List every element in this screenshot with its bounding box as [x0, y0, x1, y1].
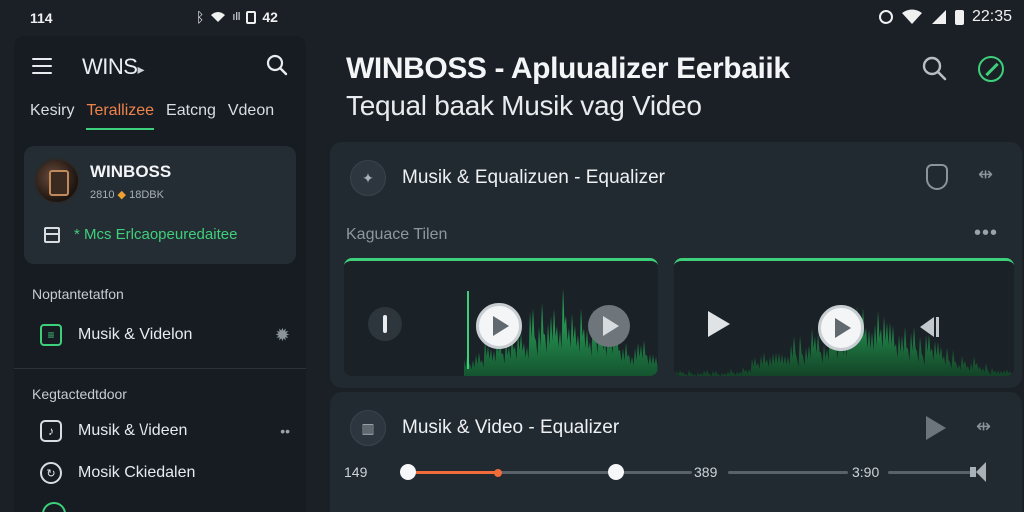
sidebar-item-musik-videlon[interactable]: ≡ Musik & Videlon ✹	[40, 324, 290, 346]
section-label: Kaguace Tilen	[346, 226, 448, 243]
page-subtitle: Tequal baak Musik vag Video	[346, 90, 702, 121]
profile-meta: 2810 ◆ 18DBK	[90, 189, 164, 201]
tab-kesiry[interactable]: Kesiry	[30, 102, 74, 130]
waveform-panel-right[interactable]	[674, 258, 1014, 376]
video-equalizer-card: ▥ Musik & Video - Equalizer ⇹ 149 389 3:…	[330, 392, 1022, 512]
window-icon	[44, 226, 60, 243]
pause-icon[interactable]	[368, 307, 402, 341]
play-outline-icon[interactable]	[708, 311, 730, 337]
play-button[interactable]	[818, 305, 864, 351]
search-icon[interactable]	[922, 56, 948, 82]
battery-full-icon	[954, 9, 964, 25]
equalizer-box-icon: ≡	[40, 324, 62, 346]
edit-icon[interactable]	[978, 56, 1004, 82]
play-outline-icon[interactable]	[926, 416, 946, 440]
bluetooth-icon: ᛒ	[196, 9, 205, 25]
shield-icon[interactable]	[926, 164, 948, 190]
disc-icon: ✦	[350, 160, 386, 196]
card-header: ▥ Musik & Video - Equalizer	[350, 410, 619, 446]
tab-eatcng[interactable]: Eatcng	[166, 102, 216, 130]
slider-mid-label: 389	[694, 464, 718, 480]
sidebar-item-label: Musik & Videlon	[78, 326, 193, 343]
play-icon	[603, 316, 619, 336]
profile-card[interactable]: WINBOSS 2810 ◆ 18DBK * Mcs Erlcaopeureda…	[24, 146, 296, 264]
sidebar-item-musik-ideen[interactable]: ♪ Musik & \/ideen ••	[40, 420, 290, 442]
slider-handle-start[interactable]	[400, 464, 416, 480]
status-time-left: 114	[30, 10, 53, 26]
section-heading-1: Noptantetatfon	[32, 286, 124, 302]
play-icon	[493, 316, 509, 336]
music-note-icon: ♪	[40, 420, 62, 442]
play-button-secondary[interactable]	[588, 305, 630, 347]
card-title: Musik & Video - Equalizer	[402, 417, 620, 438]
profile-name: WINBOSS	[90, 162, 172, 181]
card-header: ✦ Musik & Equalizuen - Equalizer	[350, 160, 665, 196]
tab-vdeon[interactable]: Vdeon	[228, 102, 274, 130]
menu-icon[interactable]	[32, 58, 52, 74]
waveform-panel-left[interactable]	[344, 258, 658, 376]
wifi-icon	[211, 12, 226, 22]
expand-icon[interactable]: ⇹	[976, 416, 991, 440]
wifi-full-icon	[901, 9, 922, 24]
trash-icon: ▥	[350, 410, 386, 446]
settings-gear-icon[interactable]: ✹	[275, 325, 290, 346]
equalizer-card: ✦ Musik & Equalizuen - Equalizer ⇹ Kagua…	[330, 142, 1022, 388]
sidebar-tabs: Kesiry Terallizee Eatcng Vdeon	[30, 102, 274, 130]
tab-terallizee[interactable]: Terallizee	[86, 102, 155, 130]
volume-icon[interactable]	[970, 462, 986, 482]
sidebar: WINS▸ Kesiry Terallizee Eatcng Vdeon WIN…	[14, 36, 306, 512]
sidebar-item-mosik-ckiedalen[interactable]: ↻ Mosik Ckiedalen	[40, 462, 290, 484]
partial-item-icon	[42, 502, 66, 512]
page-title: WINBOSS - Apluualizer Eerbaiik	[346, 52, 790, 85]
play-icon	[835, 318, 851, 338]
status-extra: 42	[262, 9, 278, 25]
profile-link-label: * Mcs Erlcaopeuredaitee	[74, 226, 238, 243]
card-actions: ⇹	[926, 164, 993, 190]
divider	[14, 368, 306, 369]
sidebar-item-label: Mosik Ckiedalen	[78, 464, 196, 481]
status-bar: 114 ᛒ ıll 42 22:35	[0, 0, 1024, 34]
section-heading-2: Kegtactedtdoor	[32, 386, 127, 402]
volume-track[interactable]	[888, 471, 972, 474]
alarm-icon	[878, 10, 893, 24]
status-time-right: 22:35	[971, 8, 1012, 25]
slider-fill	[402, 471, 498, 474]
sidebar-item-label: Musik & \/ideen	[78, 422, 188, 439]
slider-track-2[interactable]	[728, 471, 848, 474]
profile-link[interactable]: * Mcs Erlcaopeuredaitee	[44, 226, 237, 243]
status-icons-right: 22:35	[878, 8, 1012, 26]
status-dot-icon: ◆	[117, 189, 127, 201]
avatar	[34, 158, 80, 204]
play-button[interactable]	[476, 303, 522, 349]
rewind-icon[interactable]	[920, 317, 939, 337]
battery-icon	[246, 10, 257, 24]
cycle-icon: ↻	[40, 462, 62, 484]
slider-handle[interactable]	[608, 464, 624, 480]
card-title: Musik & Equalizuen - Equalizer	[402, 167, 665, 188]
app-logo: WINS▸	[82, 54, 144, 79]
more-icon[interactable]: ••	[280, 423, 290, 439]
slider-start-label: 149	[344, 464, 368, 480]
search-icon[interactable]	[266, 54, 288, 76]
expand-icon[interactable]: ⇹	[978, 164, 993, 190]
signal-bars-icon: ıll	[232, 11, 241, 23]
card-actions: ⇹	[926, 416, 991, 440]
more-options-icon[interactable]: •••	[974, 222, 998, 245]
slider-end-label: 3:90	[852, 464, 880, 480]
slider-progress-dot	[493, 469, 502, 477]
signal-icon	[931, 10, 946, 24]
status-icons-left: ᛒ ıll 42	[196, 9, 278, 25]
